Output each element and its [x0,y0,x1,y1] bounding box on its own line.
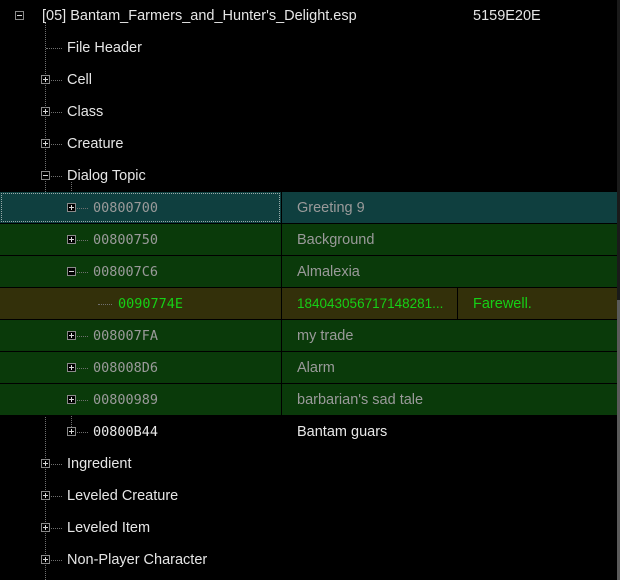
tree-connector [51,560,62,561]
tree-connector [51,464,62,465]
plugin-row[interactable]: [05] Bantam_Farmers_and_Hunter's_Delight… [0,0,620,32]
record-id: 00800989 [93,392,159,408]
tree-item-label: Ingredient [67,456,132,472]
tree-item-class[interactable]: Class [0,96,620,128]
tree-item-leveled-creature[interactable]: Leveled Creature [0,480,620,512]
record-id: 0090774E [118,296,184,312]
dialog-row[interactable]: 008007FA my trade [0,320,620,352]
expand-icon[interactable] [41,107,50,116]
expand-icon[interactable] [41,459,50,468]
record-value: 184043056717148281... [297,296,444,311]
collapse-icon[interactable] [67,267,76,276]
expand-icon[interactable] [41,555,50,564]
tree-connector [77,272,88,273]
plugin-name: [05] Bantam_Farmers_and_Hunter's_Delight… [42,8,357,24]
dialog-row[interactable]: 008007C6 Almalexia [0,256,620,288]
record-id: 00800700 [93,200,159,216]
tree-connector [51,528,62,529]
record-id: 00800B44 [93,424,159,440]
tree-item-label: Non-Player Character [67,552,208,568]
tree-item-non-player-character[interactable]: Non-Player Character [0,544,620,576]
tree-connector [77,208,88,209]
collapse-icon[interactable] [15,11,24,20]
dialog-row[interactable]: 008008D6 Alarm [0,352,620,384]
tree-item-dialog-topic[interactable]: Dialog Topic [0,160,620,192]
record-name: Background [297,232,375,248]
dialog-row[interactable]: 00800989 barbarian's sad tale [0,384,620,416]
record-id: 008007FA [93,328,159,344]
tree-item-label: Creature [67,136,124,152]
record-id: 008007C6 [93,264,159,280]
collapse-icon[interactable] [41,171,50,180]
expand-icon[interactable] [67,203,76,212]
record-name: barbarian's sad tale [297,392,424,408]
tree-item-cell[interactable]: Cell [0,64,620,96]
tree-connector [51,496,62,497]
dialog-row[interactable]: 00800B44 Bantam guars [0,416,620,448]
tree-connector [77,336,88,337]
expand-icon[interactable] [67,427,76,436]
dialog-row[interactable]: 00800700 Greeting 9 [0,192,620,224]
record-name: Almalexia [297,264,360,280]
tree-connector [51,112,62,113]
tree-item-label: Leveled Item [67,520,151,536]
record-name: Greeting 9 [297,200,365,216]
tree-connector [77,240,88,241]
tree-connector [77,400,88,401]
tree-item-file-header[interactable]: File Header [0,32,620,64]
record-name: Alarm [297,360,335,376]
record-name: Bantam guars [297,424,388,440]
expand-icon[interactable] [41,139,50,148]
tree-connector [77,432,88,433]
tree-item-label: Class [67,104,104,120]
tree-item-label: Dialog Topic [67,168,146,184]
expand-icon[interactable] [67,331,76,340]
tree-connector [51,80,62,81]
tree-connector [51,144,62,145]
expand-icon[interactable] [41,523,50,532]
tree-connector [77,368,88,369]
record-name: my trade [297,328,354,344]
record-id: 00800750 [93,232,159,248]
tree-connector [46,48,62,49]
expand-icon[interactable] [41,75,50,84]
expand-icon[interactable] [67,395,76,404]
record-id: 008008D6 [93,360,159,376]
tree-item-label: File Header [67,40,142,56]
record-tree[interactable]: [05] Bantam_Farmers_and_Hunter's_Delight… [0,0,620,580]
tree-item-label: Cell [67,72,92,88]
tree-connector [51,176,62,177]
plugin-form-id: 5159E20E [473,8,541,24]
expand-icon[interactable] [67,363,76,372]
dialog-row[interactable]: 00800750 Background [0,224,620,256]
expand-icon[interactable] [41,491,50,500]
tree-item-creature[interactable]: Creature [0,128,620,160]
tree-item-ingredient[interactable]: Ingredient [0,448,620,480]
tree-item-label: Leveled Creature [67,488,179,504]
tree-item-leveled-item[interactable]: Leveled Item [0,512,620,544]
expand-icon[interactable] [67,235,76,244]
info-row[interactable]: 0090774E 184043056717148281... Farewell. [0,288,620,320]
tree-connector [98,304,112,305]
record-name: Farewell. [473,296,532,312]
